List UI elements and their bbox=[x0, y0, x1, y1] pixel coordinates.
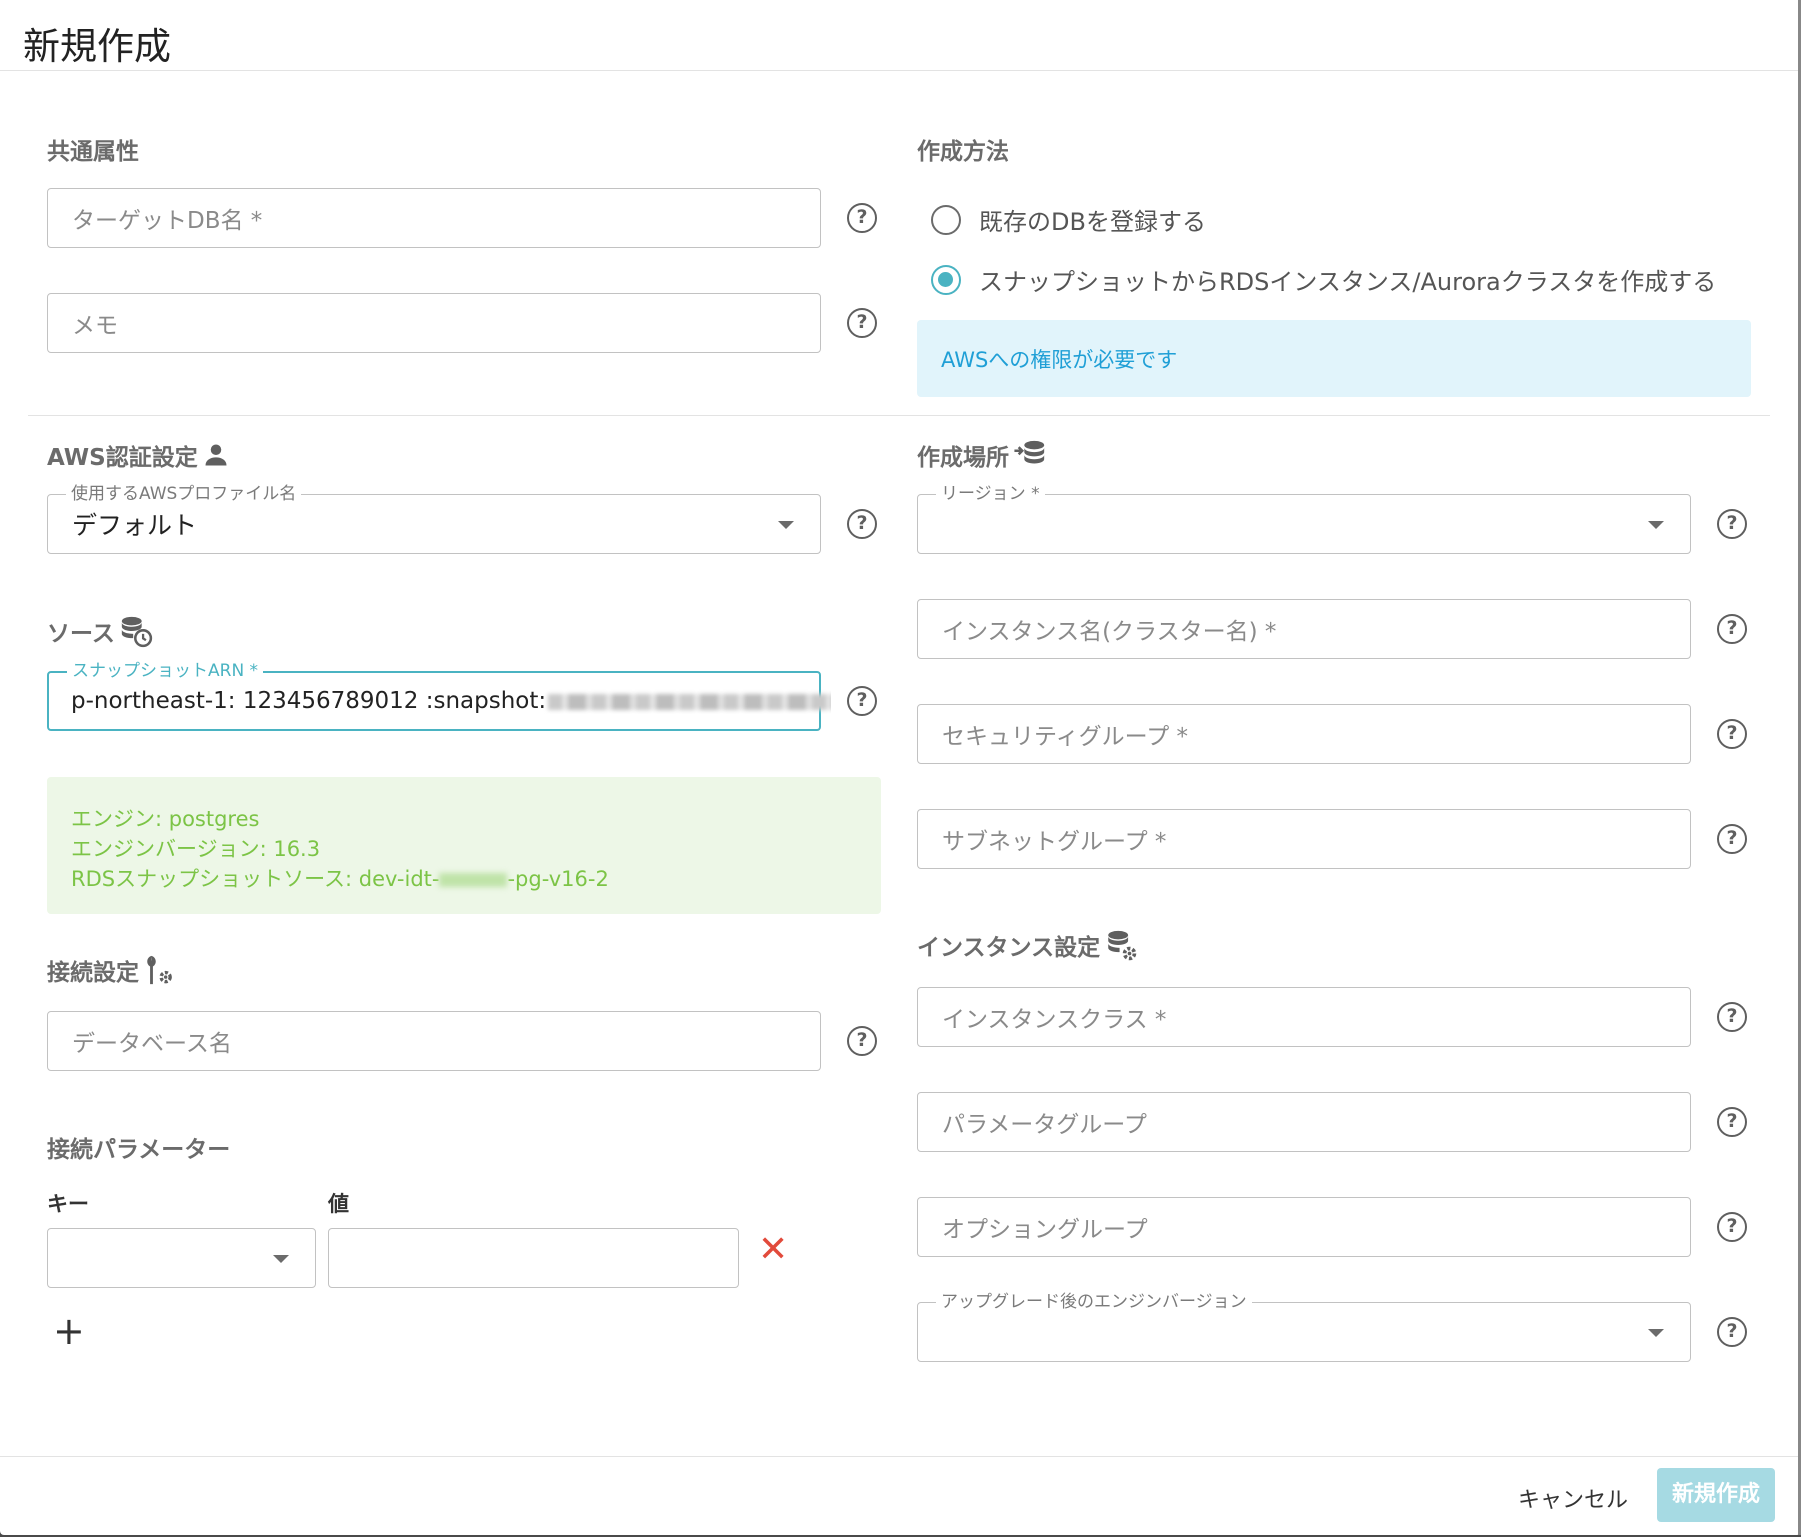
param-value-input[interactable] bbox=[328, 1228, 739, 1288]
database-arrow-icon bbox=[1014, 440, 1045, 464]
aws-permission-info: AWSへの権限が必要です bbox=[917, 320, 1751, 397]
subnet-group-placeholder: サブネットグループ * bbox=[942, 829, 1167, 855]
delete-param-icon[interactable]: ✕ bbox=[758, 1232, 788, 1268]
snapshot-arn-label: スナップショットARN * bbox=[67, 661, 264, 681]
aws-profile-select[interactable]: 使用するAWSプロファイル名 デフォルト bbox=[47, 484, 821, 554]
title-divider bbox=[0, 70, 1798, 71]
section-location-title: 作成場所 bbox=[917, 445, 1009, 471]
wrench-gear-icon bbox=[147, 955, 172, 985]
security-group-placeholder: セキュリティグループ * bbox=[942, 724, 1189, 750]
section-divider bbox=[28, 415, 1770, 416]
help-icon[interactable]: ? bbox=[847, 203, 877, 233]
target-db-placeholder: ターゲットDB名 * bbox=[72, 208, 263, 234]
section-method: 作成方法 bbox=[917, 132, 1009, 166]
snapshot-arn-input[interactable]: スナップショットARN * p-northeast-1: 12345678901… bbox=[47, 661, 831, 731]
redacted-text bbox=[439, 873, 508, 887]
region-label: リージョン * bbox=[936, 484, 1045, 504]
chevron-down-icon[interactable] bbox=[1648, 521, 1664, 529]
chevron-down-icon[interactable] bbox=[1648, 1329, 1664, 1337]
section-aws-auth-title: AWS認証設定 bbox=[47, 445, 198, 471]
parameter-group-input[interactable]: パラメータグループ bbox=[917, 1092, 1691, 1152]
security-group-input[interactable]: セキュリティグループ * bbox=[917, 704, 1691, 764]
memo-placeholder: メモ bbox=[72, 313, 118, 339]
radio-existing-label: 既存のDBを登録する bbox=[979, 208, 1206, 236]
section-common-title: 共通属性 bbox=[47, 139, 139, 165]
database-gear-icon bbox=[1108, 930, 1137, 961]
help-icon[interactable]: ? bbox=[1717, 719, 1747, 749]
radio-unchecked-icon[interactable] bbox=[931, 204, 961, 235]
help-icon[interactable]: ? bbox=[1717, 824, 1747, 854]
radio-existing-db[interactable]: 既存のDBを登録する bbox=[931, 202, 1206, 237]
help-icon[interactable]: ? bbox=[1717, 509, 1747, 539]
memo-input[interactable]: メモ bbox=[47, 293, 821, 353]
help-icon[interactable]: ? bbox=[847, 509, 877, 539]
section-source-title: ソース bbox=[47, 621, 115, 647]
dialog-title: 新規作成 bbox=[23, 25, 171, 68]
chevron-down-icon[interactable] bbox=[273, 1255, 289, 1263]
section-method-title: 作成方法 bbox=[917, 139, 1009, 165]
help-icon[interactable]: ? bbox=[1717, 614, 1747, 644]
option-group-input[interactable]: オプショングループ bbox=[917, 1197, 1691, 1257]
value-column-label: 値 bbox=[328, 1192, 349, 1216]
database-clock-icon bbox=[121, 616, 153, 648]
section-aws-auth: AWS認証設定 bbox=[47, 438, 230, 472]
help-icon[interactable]: ? bbox=[1717, 1212, 1747, 1242]
instance-name-placeholder: インスタンス名(クラスター名) * bbox=[942, 619, 1277, 645]
connection-params-title: 接続パラメーター bbox=[47, 1137, 231, 1163]
help-icon[interactable]: ? bbox=[1717, 1107, 1747, 1137]
snapshot-source-prefix: RDSスナップショットソース: dev-idt- bbox=[71, 867, 440, 891]
section-common: 共通属性 bbox=[47, 132, 139, 166]
chevron-down-icon[interactable] bbox=[778, 521, 794, 529]
param-key-select[interactable] bbox=[47, 1228, 316, 1288]
cancel-button[interactable]: キャンセル bbox=[1518, 1482, 1628, 1514]
redacted-text bbox=[548, 693, 831, 710]
section-instance-title: インスタンス設定 bbox=[917, 935, 1101, 961]
option-group-placeholder: オプショングループ bbox=[942, 1217, 1148, 1243]
database-name-input[interactable]: データベース名 bbox=[47, 1011, 821, 1071]
parameter-group-placeholder: パラメータグループ bbox=[942, 1112, 1147, 1138]
section-connection-params: 接続パラメーター bbox=[47, 1130, 230, 1164]
aws-permission-text: AWSへの権限が必要です bbox=[941, 347, 1178, 372]
upgrade-engine-version-label: アップグレード後のエンジンバージョン bbox=[936, 1292, 1252, 1312]
subnet-group-input[interactable]: サブネットグループ * bbox=[917, 809, 1691, 869]
person-icon bbox=[205, 444, 227, 466]
engine-version-text: エンジンバージョン: 16.3 bbox=[71, 837, 321, 861]
key-column-label: キー bbox=[47, 1192, 89, 1216]
engine-text: エンジン: postgres bbox=[71, 807, 260, 831]
snapshot-source-suffix: -pg-v16-2 bbox=[507, 867, 609, 891]
footer-divider bbox=[0, 1456, 1798, 1457]
radio-snapshot-label: スナップショットからRDSインスタンス/Auroraクラスタを作成する bbox=[979, 268, 1717, 296]
help-icon[interactable]: ? bbox=[847, 1026, 877, 1056]
help-icon[interactable]: ? bbox=[847, 686, 877, 716]
snapshot-arn-text: p-northeast-1: 123456789012 :snapshot: bbox=[71, 688, 547, 714]
target-db-input[interactable]: ターゲットDB名 * bbox=[47, 188, 821, 248]
radio-from-snapshot[interactable]: スナップショットからRDSインスタンス/Auroraクラスタを作成する bbox=[931, 262, 1716, 297]
create-dialog: 新規作成 共通属性 ターゲットDB名 * ? メモ ? 作成方法 既存のDBを登… bbox=[0, 0, 1801, 1535]
add-param-icon[interactable]: + bbox=[53, 1312, 85, 1350]
help-icon[interactable]: ? bbox=[1717, 1317, 1747, 1347]
database-name-placeholder: データベース名 bbox=[72, 1031, 232, 1057]
section-location: 作成場所 bbox=[917, 438, 1047, 472]
create-button[interactable]: 新規作成 bbox=[1657, 1468, 1775, 1522]
section-source: ソース bbox=[47, 614, 153, 648]
aws-profile-value: デフォルト bbox=[72, 511, 198, 540]
section-connection: 接続設定 bbox=[47, 953, 177, 987]
snapshot-info-box: エンジン: postgres エンジンバージョン: 16.3 RDSスナップショ… bbox=[47, 777, 881, 914]
instance-class-input[interactable]: インスタンスクラス * bbox=[917, 987, 1691, 1047]
snapshot-arn-value: p-northeast-1: 123456789012 :snapshot: bbox=[71, 688, 831, 714]
snapshot-source-text: RDSスナップショットソース: dev-idt- -pg-v16-2 bbox=[71, 863, 609, 893]
help-icon[interactable]: ? bbox=[1717, 1002, 1747, 1032]
instance-name-input[interactable]: インスタンス名(クラスター名) * bbox=[917, 599, 1691, 659]
section-instance: インスタンス設定 bbox=[917, 928, 1138, 962]
upgrade-engine-version-select[interactable]: アップグレード後のエンジンバージョン bbox=[917, 1292, 1691, 1362]
aws-profile-label: 使用するAWSプロファイル名 bbox=[66, 484, 302, 504]
region-select[interactable]: リージョン * bbox=[917, 484, 1691, 554]
section-connection-title: 接続設定 bbox=[47, 960, 139, 986]
help-icon[interactable]: ? bbox=[847, 308, 877, 338]
instance-class-placeholder: インスタンスクラス * bbox=[942, 1007, 1167, 1033]
radio-checked-icon[interactable] bbox=[931, 264, 961, 295]
